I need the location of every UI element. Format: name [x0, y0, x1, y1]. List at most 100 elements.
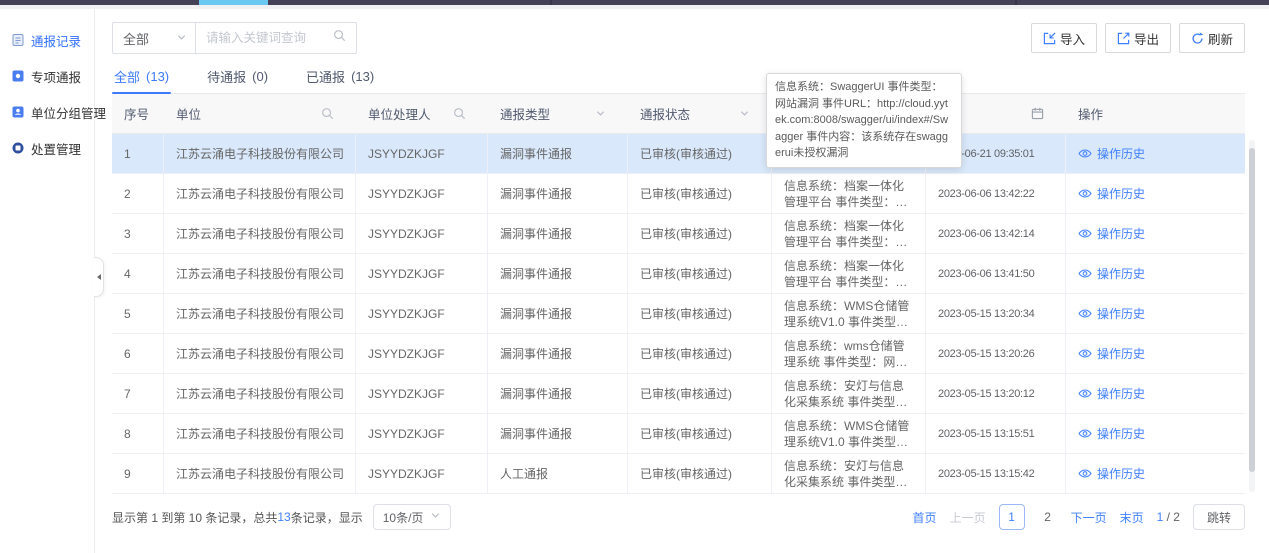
row-index: 3 — [112, 214, 164, 253]
table-row[interactable]: 6江苏云涌电子科技股份有限公司JSYYDZKJGF漏洞事件通报已审核(审核通过)… — [112, 334, 1245, 374]
column-label: 序号 — [124, 104, 149, 123]
status-cell: 已审核(审核通过) — [628, 294, 772, 333]
eye-icon — [1078, 267, 1092, 280]
type-cell: 漏洞事件通报 — [488, 294, 628, 333]
operation-history-link[interactable]: 操作历史 — [1078, 385, 1145, 402]
table-row[interactable]: 4江苏云涌电子科技股份有限公司JSYYDZKJGF漏洞事件通报已审核(审核通过)… — [112, 254, 1245, 294]
export-icon — [1117, 32, 1130, 45]
sidebar-item-disposal-management[interactable]: 处置管理 — [0, 130, 94, 166]
content-text: 信息系统：档案一体化管理平台 事件类型：网站漏洞 事件URL：http... — [784, 178, 913, 210]
search-input[interactable] — [206, 31, 333, 45]
content-cell: 信息系统：WMS仓储管理系统V1.0 事件类型：网站漏洞 事件URL：h... — [772, 294, 926, 333]
operation-history-label: 操作历史 — [1097, 465, 1145, 482]
operation-history-link[interactable]: 操作历史 — [1078, 305, 1145, 322]
export-button[interactable]: 导出 — [1105, 23, 1171, 53]
operation-history-link[interactable]: 操作历史 — [1078, 265, 1145, 282]
button-label: 导入 — [1060, 29, 1085, 48]
time-cell: 2023-05-15 13:15:51 — [926, 414, 1066, 453]
sidebar-item-label: 专项通报 — [31, 67, 81, 86]
category-select[interactable]: 全部 — [112, 22, 196, 54]
search-icon[interactable] — [453, 107, 466, 120]
refresh-button[interactable]: 刷新 — [1179, 23, 1245, 53]
sidebar-collapse-handle[interactable] — [94, 257, 104, 297]
scrollbar-thumb[interactable] — [1249, 148, 1255, 472]
tab-count: (0) — [252, 69, 268, 84]
search-icon[interactable] — [321, 107, 334, 120]
eye-icon — [1078, 347, 1092, 360]
import-button[interactable]: 导入 — [1031, 23, 1097, 53]
time-cell: 2023-05-15 13:20:34 — [926, 294, 1066, 333]
operation-history-link[interactable]: 操作历史 — [1078, 185, 1145, 202]
operation-history-link[interactable]: 操作历史 — [1078, 145, 1145, 162]
action-cell: 操作历史 — [1066, 414, 1245, 453]
toolbar: 全部 导入 导出 刷新 — [112, 9, 1245, 54]
action-cell: 操作历史 — [1066, 134, 1245, 173]
content-tooltip: 信息系统：SwaggerUI 事件类型：网站漏洞 事件URL：http://cl… — [766, 73, 962, 168]
page-size-value: 10条/页 — [383, 509, 424, 526]
unit-cell: 江苏云涌电子科技股份有限公司 — [164, 294, 356, 333]
table-row[interactable]: 3江苏云涌电子科技股份有限公司JSYYDZKJGF漏洞事件通报已审核(审核通过)… — [112, 214, 1245, 254]
handler-cell: JSYYDZKJGF — [356, 454, 488, 493]
handler-cell: JSYYDZKJGF — [356, 294, 488, 333]
search-icon[interactable] — [333, 29, 346, 47]
type-cell: 人工通报 — [488, 454, 628, 493]
app-window: 通报记录专项通报单位分组管理处置管理 全部 导入 导出 刷新 全部(13) 待通报(0… — [0, 9, 1269, 553]
page-2[interactable]: 2 — [1038, 510, 1058, 524]
page-size-select[interactable]: 10条/页 — [373, 504, 452, 530]
type-cell: 漏洞事件通报 — [488, 254, 628, 293]
operation-history-link[interactable]: 操作历史 — [1078, 345, 1145, 362]
sidebar: 通报记录专项通报单位分组管理处置管理 — [0, 9, 95, 553]
calendar-icon[interactable] — [1031, 107, 1044, 120]
action-cell: 操作历史 — [1066, 174, 1245, 213]
table-row[interactable]: 9江苏云涌电子科技股份有限公司JSYYDZKJGF人工通报已审核(审核通过)信息… — [112, 454, 1245, 494]
collapse-arrow-left-icon — [94, 274, 101, 280]
toolbar-actions: 导入 导出 刷新 — [1031, 23, 1245, 53]
sidebar-item-special-notification[interactable]: 专项通报 — [0, 58, 94, 94]
action-cell: 操作历史 — [1066, 334, 1245, 373]
content-text: 信息系统：wms仓储管理系统 事件类型：网站漏洞 事件URL：http://..… — [784, 338, 913, 370]
sidebar-item-unit-group-management[interactable]: 单位分组管理 — [0, 94, 94, 130]
page-first[interactable]: 首页 — [913, 509, 937, 526]
tab-all[interactable]: 全部(13) — [112, 60, 171, 93]
operation-history-link[interactable]: 操作历史 — [1078, 425, 1145, 442]
tab-notified[interactable]: 已通报(13) — [304, 60, 376, 93]
operation-history-label: 操作历史 — [1097, 345, 1145, 362]
chevron-icon[interactable] — [595, 108, 606, 119]
page-last[interactable]: 末页 — [1120, 509, 1144, 526]
operation-history-link[interactable]: 操作历史 — [1078, 225, 1145, 242]
tab-label: 全部 — [114, 67, 140, 86]
operation-history-label: 操作历史 — [1097, 265, 1145, 282]
pagination-bar: 显示第 1 到第 10 条记录，总共13条记录，显示 10条/页 首页上一页12… — [112, 494, 1245, 530]
page-1[interactable]: 1 — [999, 504, 1025, 530]
operation-history-label: 操作历史 — [1097, 185, 1145, 202]
content-text: 信息系统：档案一体化管理平台 事件类型：网站漏洞 事件URL：http... — [784, 258, 913, 290]
chevron-down-icon — [430, 510, 441, 524]
keyword-search-box[interactable] — [196, 22, 357, 54]
page-next[interactable]: 下一页 — [1071, 509, 1107, 526]
status-cell: 已审核(审核通过) — [628, 454, 772, 493]
records-table: 序号单位单位处理人通报类型通报状态通报内容操作 1江苏云涌电子科技股份有限公司J… — [112, 94, 1245, 494]
handler-cell: JSYYDZKJGF — [356, 214, 488, 253]
status-cell: 已审核(审核通过) — [628, 254, 772, 293]
tab-pending[interactable]: 待通报(0) — [205, 60, 270, 93]
row-index: 9 — [112, 454, 164, 493]
table-row[interactable]: 1江苏云涌电子科技股份有限公司JSYYDZKJGF漏洞事件通报已审核(审核通过)… — [112, 134, 1245, 174]
table-row[interactable]: 8江苏云涌电子科技股份有限公司JSYYDZKJGF漏洞事件通报已审核(审核通过)… — [112, 414, 1245, 454]
unit-cell: 江苏云涌电子科技股份有限公司 — [164, 254, 356, 293]
tabs: 全部(13) 待通报(0) 已通报(13) — [112, 60, 1245, 94]
doc-icon — [11, 33, 25, 47]
table-row[interactable]: 5江苏云涌电子科技股份有限公司JSYYDZKJGF漏洞事件通报已审核(审核通过)… — [112, 294, 1245, 334]
chevron-icon[interactable] — [739, 108, 750, 119]
unit-cell: 江苏云涌电子科技股份有限公司 — [164, 414, 356, 453]
content-cell: 信息系统：档案一体化管理平台 事件类型：网站漏洞 事件URL：http... — [772, 254, 926, 293]
table-row[interactable]: 7江苏云涌电子科技股份有限公司JSYYDZKJGF漏洞事件通报已审核(审核通过)… — [112, 374, 1245, 414]
table-row[interactable]: 2江苏云涌电子科技股份有限公司JSYYDZKJGF漏洞事件通报已审核(审核通过)… — [112, 174, 1245, 214]
row-index: 5 — [112, 294, 164, 333]
sidebar-item-notification-records[interactable]: 通报记录 — [0, 22, 94, 58]
page-jump[interactable]: 跳转 — [1193, 504, 1245, 530]
button-label: 导出 — [1134, 29, 1159, 48]
summary-suffix: 条记录，显示 — [291, 509, 363, 526]
table-scrollbar[interactable] — [1249, 140, 1255, 492]
button-label: 刷新 — [1208, 29, 1233, 48]
operation-history-link[interactable]: 操作历史 — [1078, 465, 1145, 482]
